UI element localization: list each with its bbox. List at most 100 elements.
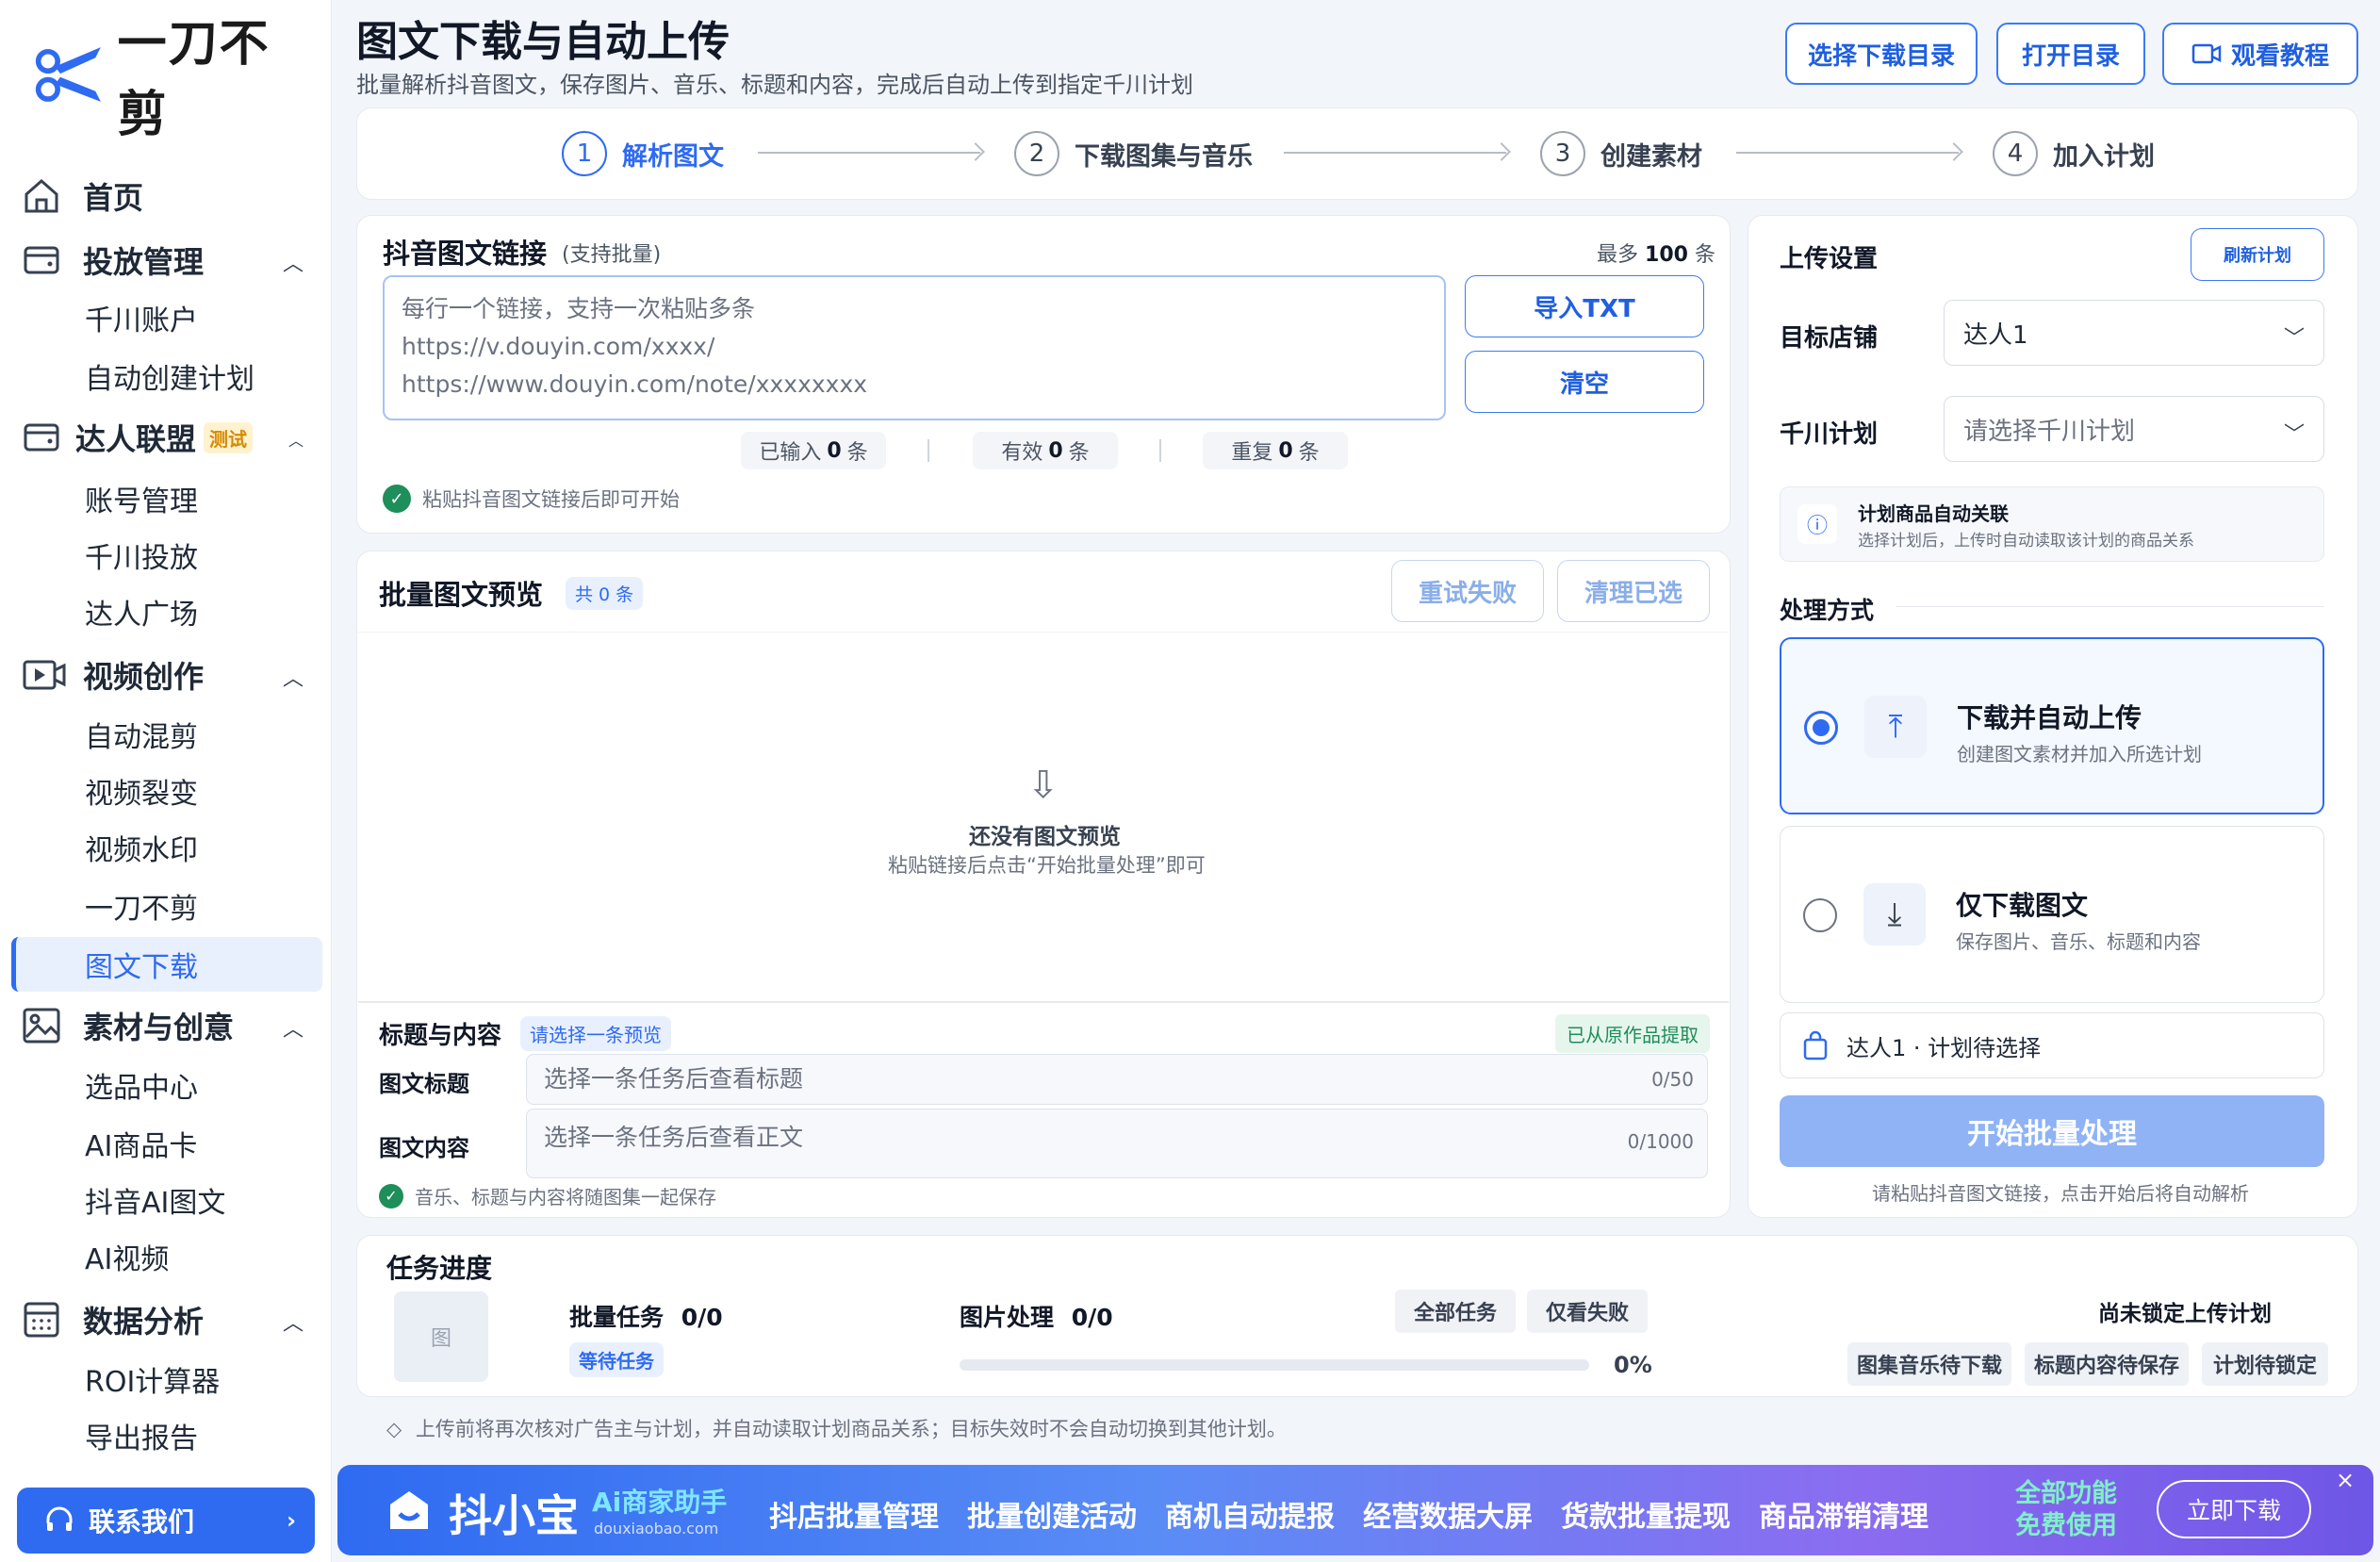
plan-select[interactable]: 请选择千川计划 ﹀	[1944, 396, 2324, 462]
preview-title: 批量图文预览	[379, 579, 544, 611]
clear-selected-button[interactable]: 清理已选	[1557, 560, 1710, 622]
info-title: 计划商品自动关联	[1858, 502, 2009, 525]
title-field[interactable]: 选择一条任务后查看标题 0/50	[526, 1054, 1708, 1105]
stat-valid: 有效 0 条	[973, 432, 1118, 469]
chevron-up-icon[interactable]: ︿	[283, 1012, 304, 1043]
mode-label: 处理方式	[1780, 597, 1875, 624]
option-title: 仅下载图文	[1956, 890, 2089, 921]
nav-group-analytics[interactable]: 数据分析 ︿	[21, 1293, 313, 1346]
nav-item-ai-product-card[interactable]: AI商品卡	[11, 1116, 322, 1171]
start-tip: 请粘贴抖音图文链接，点击开始后将自动解析	[1872, 1182, 2249, 1205]
download-icon: ⤓	[1863, 883, 1926, 945]
chevron-up-icon[interactable]: ︿	[283, 247, 304, 277]
divider	[358, 632, 1729, 633]
plan-label: 千川计划	[1780, 420, 1879, 449]
download-now-button[interactable]: 立即下载	[2157, 1480, 2311, 1538]
shop-label: 目标店铺	[1780, 324, 1879, 353]
stat-unit: 条	[1298, 441, 1320, 465]
chevron-up-icon[interactable]: ︿	[288, 428, 304, 451]
meta-chip: 请选择一条预览	[520, 1016, 671, 1051]
radio-unselected[interactable]	[1803, 898, 1837, 932]
close-icon[interactable]: ×	[2336, 1467, 2355, 1493]
nav-group-label: 素材与创意	[83, 1010, 235, 1045]
step-download: 2 下载图集与音乐	[1014, 128, 1253, 179]
promo-banner[interactable]: 抖小宝 Ai商家助手 douxiaobao.com 抖店批量管理 批量创建活动 …	[337, 1465, 2373, 1555]
links-textarea[interactable]: 每行一个链接，支持一次粘贴多条 https://v.douyin.com/xxx…	[383, 275, 1446, 420]
contact-us-button[interactable]: 联系我们 ›	[17, 1488, 315, 1554]
brand-domain: douxiaobao.com	[594, 1520, 719, 1537]
nav-item-account-management[interactable]: 账号管理	[11, 471, 322, 526]
links-max-prefix: 最多	[1597, 243, 1639, 267]
option-desc: 保存图片、音乐、标题和内容	[1956, 930, 2201, 953]
batch-label: 批量任务	[569, 1304, 665, 1331]
footnote-text: 上传前将再次核对广告主与计划，并自动读取计划商品关系；目标失效时不会自动切换到其…	[415, 1418, 1287, 1440]
app-logo[interactable]: 一刀不剪	[34, 16, 307, 143]
brand-logo-icon	[390, 1491, 428, 1529]
content-field[interactable]: 选择一条任务后查看正文 0/1000	[526, 1109, 1708, 1178]
nav-item-ai-video[interactable]: AI视频	[11, 1229, 322, 1284]
test-badge: 测试	[204, 421, 254, 453]
nav-item-roi-calculator[interactable]: ROI计算器	[11, 1352, 322, 1406]
clear-button[interactable]: 清空	[1465, 351, 1704, 413]
nav-item-douyin-ai-image[interactable]: 抖音AI图文	[11, 1173, 322, 1227]
nav-item-export-report[interactable]: 导出报告	[11, 1408, 322, 1463]
placeholder-line: https://v.douyin.com/xxxx/	[402, 333, 715, 360]
step-number: 2	[1014, 131, 1059, 176]
headset-icon	[46, 1506, 73, 1531]
nav-item-auto-mix[interactable]: 自动混剪	[11, 707, 322, 762]
option-desc: 创建图文素材并加入所选计划	[1957, 743, 2202, 765]
extracted-badge: 已从原作品提取	[1555, 1014, 1710, 1053]
import-txt-button[interactable]: 导入TXT	[1465, 275, 1704, 337]
nav-item-qianchuan-account[interactable]: 千川账户	[11, 290, 322, 345]
refresh-plan-button[interactable]: 刷新计划	[2191, 228, 2324, 281]
retry-failed-button[interactable]: 重试失败	[1391, 560, 1544, 622]
target-summary: 达人1 · 计划待选择	[1780, 1012, 2324, 1078]
option-download-only[interactable]: ⤓ 仅下载图文 保存图片、音乐、标题和内容	[1780, 826, 2324, 1003]
radio-selected[interactable]	[1804, 711, 1838, 745]
stat-label: 重复	[1231, 441, 1273, 465]
open-dir-button[interactable]: 打开目录	[1996, 23, 2145, 85]
start-batch-button[interactable]: 开始批量处理	[1780, 1095, 2324, 1167]
nav-item-influencer-square[interactable]: 达人广场	[11, 584, 322, 639]
placeholder-line: 每行一个链接，支持一次粘贴多条	[402, 295, 756, 322]
promo-line: 全部功能	[2015, 1479, 2117, 1508]
shop-select[interactable]: 达人1 ﹀	[1944, 300, 2324, 366]
stat-label: 已输入	[759, 441, 822, 465]
empty-desc: 粘贴链接后点击“开始批量处理”即可	[888, 854, 1206, 877]
divider	[1896, 606, 2324, 607]
nav-item-one-cut[interactable]: 一刀不剪	[11, 879, 322, 933]
all-tasks-button[interactable]: 全部任务	[1395, 1290, 1516, 1333]
nav-item-video-watermark[interactable]: 视频水印	[11, 820, 322, 875]
chevron-right-icon: ›	[287, 1507, 296, 1534]
banner-feature: 经营数据大屏	[1363, 1501, 1533, 1534]
step-arrow	[1736, 152, 1959, 154]
nav-group-material[interactable]: 素材与创意 ︿	[21, 999, 313, 1052]
nav-item-auto-create-plan[interactable]: 自动创建计划	[11, 349, 322, 403]
select-download-dir-button[interactable]: 选择下载目录	[1785, 23, 1978, 85]
stat-label: 有效	[1001, 441, 1043, 465]
nav-group-video-creation[interactable]: 视频创作 ︿	[21, 649, 313, 701]
nav-item-video-fission[interactable]: 视频裂变	[11, 764, 322, 818]
upload-title: 上传设置	[1780, 245, 1879, 273]
chevron-up-icon[interactable]: ︿	[283, 662, 304, 692]
failed-only-button[interactable]: 仅看失败	[1527, 1290, 1648, 1333]
tutorial-button[interactable]: 观看教程	[2162, 23, 2358, 85]
nav-group-ad-management[interactable]: 投放管理 ︿	[21, 234, 313, 287]
status-tag: 计划待锁定	[2202, 1342, 2328, 1386]
links-title: 抖音图文链接	[383, 238, 548, 270]
stat-value: 0	[827, 438, 842, 463]
nav-item-image-download[interactable]: 图文下载	[11, 937, 322, 992]
calculator-icon	[24, 1302, 59, 1338]
nav-group-influencer[interactable]: 达人联盟 测试 ︿	[21, 411, 313, 464]
label-title: 图文标题	[379, 1071, 469, 1097]
home-icon	[25, 179, 58, 213]
nav-home[interactable]: 首页	[21, 170, 313, 222]
option-download-upload[interactable]: ⤒ 下载并自动上传 创建图文素材并加入所选计划	[1780, 637, 2324, 814]
nav-item-product-center[interactable]: 选品中心	[11, 1058, 322, 1112]
chevron-up-icon[interactable]: ︿	[283, 1307, 304, 1337]
banner-feature: 抖店批量管理	[769, 1501, 939, 1534]
nav-item-qianchuan-delivery[interactable]: 千川投放	[11, 528, 322, 583]
divider	[1159, 439, 1161, 462]
title-placeholder: 选择一条任务后查看标题	[544, 1065, 804, 1093]
placeholder-line: https://www.douyin.com/note/xxxxxxxx	[402, 370, 868, 398]
